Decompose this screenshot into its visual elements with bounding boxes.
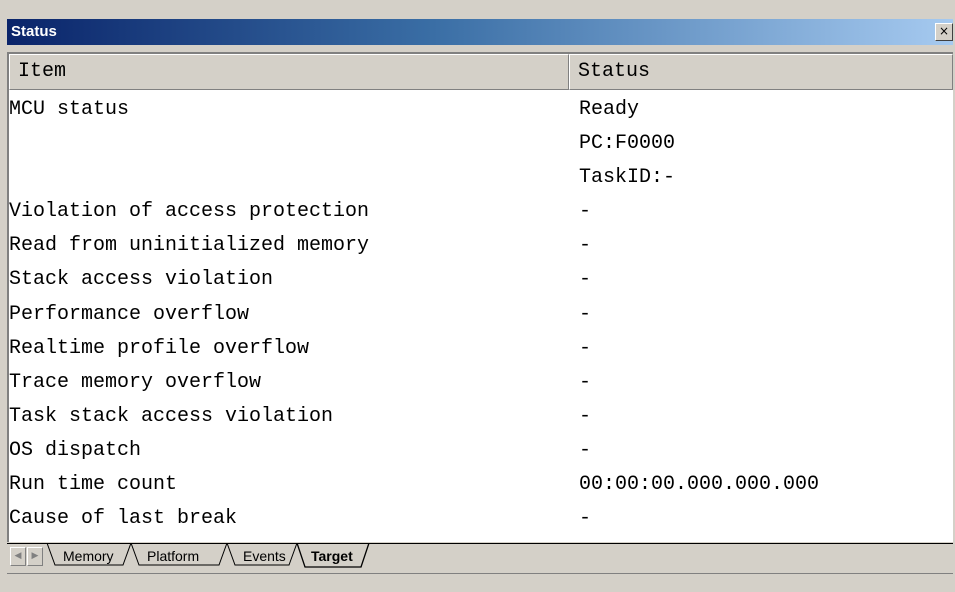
title-bar[interactable]: Status ×	[7, 19, 953, 45]
row-item-label: OS dispatch	[9, 438, 142, 462]
table-row[interactable]: Realtime profile overflow -	[9, 333, 953, 367]
table-row[interactable]: Task stack access violation -	[9, 401, 953, 435]
row-item-label: Cause of last break	[9, 507, 238, 531]
tab-scroll-left-button[interactable]: ◀	[10, 547, 26, 566]
table-body: MCU status Ready PC:F0000 TaskID:- Violation…	[9, 94, 953, 537]
row-status-value: -	[579, 336, 592, 360]
table-header: Item Status	[9, 54, 953, 90]
status-window: Status × Item Status MCU status Ready PC:F…	[4, 16, 953, 591]
status-bar	[7, 573, 953, 591]
table-row[interactable]: Violation of access protection -	[9, 196, 953, 230]
tab-memory[interactable]: Memory	[63, 548, 114, 564]
row-status-value: -	[579, 404, 592, 428]
table-row[interactable]: Run time count 00:00:00.000.000.000	[9, 469, 953, 503]
row-status-value: Ready	[579, 98, 640, 121]
row-status-value: -	[579, 268, 592, 292]
close-button[interactable]: ×	[935, 23, 953, 41]
row-status-value: -	[579, 370, 592, 394]
tab-strip: ◀ ▶ Memory Platform Events Target	[7, 543, 953, 571]
table-row[interactable]: Stack access violation -	[9, 264, 953, 298]
column-header-item[interactable]: Item	[9, 54, 569, 90]
table-row[interactable]: Performance overflow -	[9, 299, 953, 333]
table-row[interactable]: TaskID:-	[9, 162, 953, 196]
table-row[interactable]: Cause of last break -	[9, 503, 953, 537]
row-status-value: -	[579, 302, 592, 326]
close-icon: ×	[938, 24, 950, 38]
status-table: Item Status MCU status Ready PC:F0000 TaskI…	[7, 52, 953, 542]
row-item-label: Read from uninitialized memory	[9, 234, 370, 258]
row-status-value: TaskID:-	[579, 166, 676, 190]
column-header-status[interactable]: Status	[569, 54, 953, 90]
window-title: Status	[11, 23, 57, 40]
table-row[interactable]: MCU status Ready	[9, 94, 953, 128]
row-item-label: Realtime profile overflow	[9, 336, 310, 360]
tab-target[interactable]: Target	[311, 548, 353, 564]
row-item-label: Trace memory overflow	[9, 370, 262, 394]
row-item-label: MCU status	[9, 98, 130, 121]
row-status-value: -	[579, 234, 592, 258]
row-item-label: Task stack access violation	[9, 404, 334, 428]
arrow-left-icon: ◀	[14, 551, 22, 561]
tab-platform[interactable]: Platform	[147, 548, 199, 564]
table-row[interactable]: Trace memory overflow -	[9, 367, 953, 401]
tab-events[interactable]: Events	[243, 548, 286, 564]
row-item-label: Stack access violation	[9, 268, 274, 292]
row-item-label: Run time count	[9, 473, 178, 497]
row-status-value: PC:F0000	[579, 132, 676, 156]
row-item-label: Performance overflow	[9, 302, 250, 326]
table-row[interactable]: PC:F0000	[9, 128, 953, 162]
row-status-value: -	[579, 507, 592, 531]
table-row[interactable]: OS dispatch -	[9, 435, 953, 469]
tab-scroll-right-button[interactable]: ▶	[27, 547, 43, 566]
row-status-value: -	[579, 438, 592, 462]
row-item-label: Violation of access protection	[9, 200, 370, 224]
table-row[interactable]: Read from uninitialized memory -	[9, 230, 953, 264]
arrow-right-icon: ▶	[31, 551, 39, 561]
row-status-value: -	[579, 200, 592, 224]
row-status-value: 00:00:00.000.000.000	[579, 473, 820, 497]
